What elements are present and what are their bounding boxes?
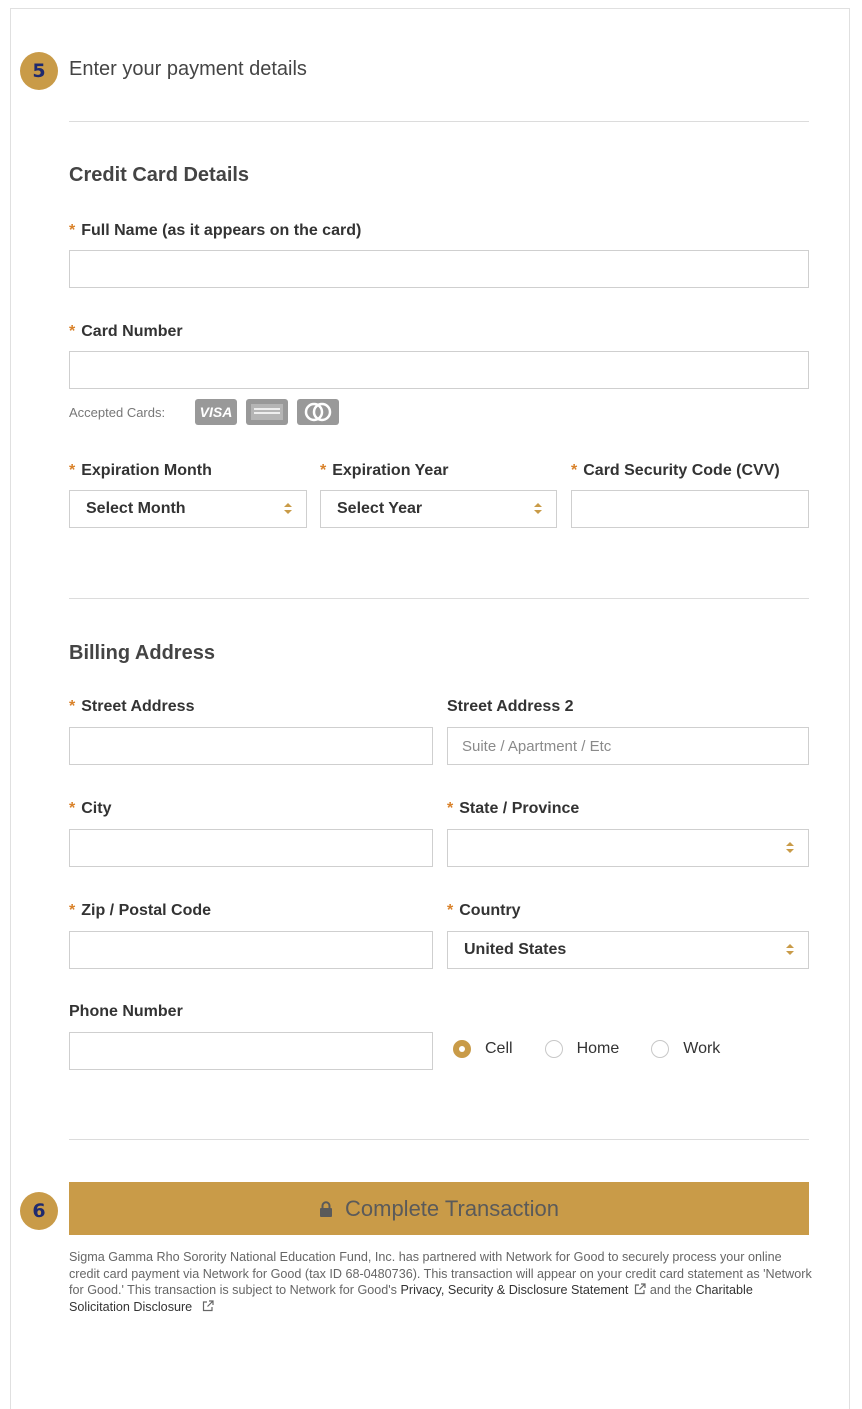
state-province-select[interactable]	[447, 829, 809, 867]
street-address-input[interactable]	[69, 727, 433, 765]
disclaimer-and-text: and the	[646, 1283, 696, 1298]
select-caret-icon	[284, 502, 292, 516]
mastercard-icon	[297, 399, 339, 425]
step-number: 6	[32, 1200, 46, 1222]
cvv-label: * Card Security Code (CVV)	[571, 462, 780, 480]
required-marker: *	[320, 462, 327, 479]
privacy-disclosure-link[interactable]: Privacy, Security & Disclosure Statement	[400, 1283, 647, 1298]
required-marker: *	[447, 902, 454, 919]
state-province-label-text: State / Province	[459, 800, 580, 817]
step-badge-6: 6	[20, 1192, 58, 1230]
amex-icon	[246, 399, 288, 425]
required-marker: *	[69, 800, 76, 817]
phone-number-input[interactable]	[69, 1032, 433, 1070]
payment-section-title: Enter your payment details	[69, 58, 307, 80]
external-link-icon	[202, 1300, 214, 1311]
required-marker: *	[69, 698, 76, 715]
phone-type-radio-group: Cell Home Work	[453, 1040, 752, 1058]
city-label-text: City	[81, 800, 112, 817]
lock-icon	[320, 1200, 332, 1217]
select-caret-icon	[786, 943, 794, 957]
phone-number-label: Phone Number	[69, 1003, 183, 1020]
full-name-label-text: Full Name (as it appears on the card)	[81, 222, 362, 239]
cvv-input[interactable]	[571, 490, 809, 528]
expiration-month-select[interactable]: Select Month	[69, 490, 307, 528]
street-address-label: * Street Address	[69, 698, 194, 716]
visa-icon: VISA	[195, 399, 237, 425]
step-number: 5	[32, 60, 46, 82]
required-marker: *	[69, 902, 76, 919]
select-caret-icon	[534, 502, 542, 516]
accepted-cards-label: Accepted Cards:	[69, 405, 166, 420]
country-value: United States	[464, 941, 567, 958]
expiration-year-label: * Expiration Year	[320, 462, 448, 480]
zip-code-label: * Zip / Postal Code	[69, 902, 211, 920]
phone-type-cell[interactable]: Cell	[453, 1040, 513, 1058]
cvv-label-text: Card Security Code (CVV)	[583, 462, 780, 479]
select-caret-icon	[786, 841, 794, 855]
expiration-year-label-text: Expiration Year	[332, 462, 449, 479]
divider	[69, 598, 809, 599]
expiration-year-value: Select Year	[337, 500, 423, 517]
card-number-label-text: Card Number	[81, 323, 183, 340]
full-name-input[interactable]	[69, 250, 809, 288]
radio-selected-icon[interactable]	[453, 1040, 471, 1058]
phone-type-cell-label: Cell	[485, 1040, 513, 1057]
step-badge-5: 5	[20, 52, 58, 90]
phone-type-home-label: Home	[576, 1040, 620, 1057]
street-address-2-input[interactable]	[447, 727, 809, 765]
complete-transaction-button[interactable]: Complete Transaction	[69, 1182, 809, 1235]
amex-graphic	[251, 404, 283, 420]
required-marker: *	[69, 323, 76, 340]
required-marker: *	[69, 222, 76, 239]
visa-logo-text: VISA	[199, 404, 233, 420]
external-link-icon	[635, 1283, 647, 1295]
country-label-text: Country	[459, 902, 521, 919]
required-marker: *	[571, 462, 578, 479]
phone-type-home[interactable]: Home	[544, 1040, 620, 1058]
disclaimer-text: Sigma Gamma Rho Sorority National Educat…	[69, 1249, 814, 1315]
divider	[69, 121, 809, 122]
radio-unselected-icon[interactable]	[651, 1040, 670, 1058]
privacy-disclosure-link-text: Privacy, Security & Disclosure Statement	[400, 1283, 629, 1298]
zip-code-label-text: Zip / Postal Code	[81, 902, 212, 919]
radio-unselected-icon[interactable]	[544, 1040, 563, 1058]
complete-transaction-label: Complete Transaction	[345, 1195, 559, 1221]
full-name-label: * Full Name (as it appears on the card)	[69, 222, 361, 240]
phone-type-work[interactable]: Work	[651, 1040, 720, 1058]
city-input[interactable]	[69, 829, 433, 867]
city-label: * City	[69, 800, 111, 818]
divider	[69, 1139, 809, 1140]
zip-code-input[interactable]	[69, 931, 433, 969]
card-number-input[interactable]	[69, 351, 809, 389]
required-marker: *	[447, 800, 454, 817]
expiration-month-label-text: Expiration Month	[81, 462, 212, 479]
expiration-month-value: Select Month	[86, 500, 186, 517]
street-address-label-text: Street Address	[81, 698, 195, 715]
expiration-year-select[interactable]: Select Year	[320, 490, 557, 528]
billing-address-heading: Billing Address	[69, 642, 215, 664]
expiration-month-label: * Expiration Month	[69, 462, 212, 480]
credit-card-heading: Credit Card Details	[69, 164, 250, 186]
street-address-2-label: Street Address 2	[447, 698, 574, 715]
phone-type-work-label: Work	[683, 1040, 721, 1057]
card-number-label: * Card Number	[69, 323, 183, 341]
state-province-label: * State / Province	[447, 800, 579, 818]
country-select[interactable]: United States	[447, 931, 809, 969]
country-label: * Country	[447, 902, 521, 920]
required-marker: *	[69, 462, 76, 479]
mastercard-graphic	[304, 402, 332, 422]
